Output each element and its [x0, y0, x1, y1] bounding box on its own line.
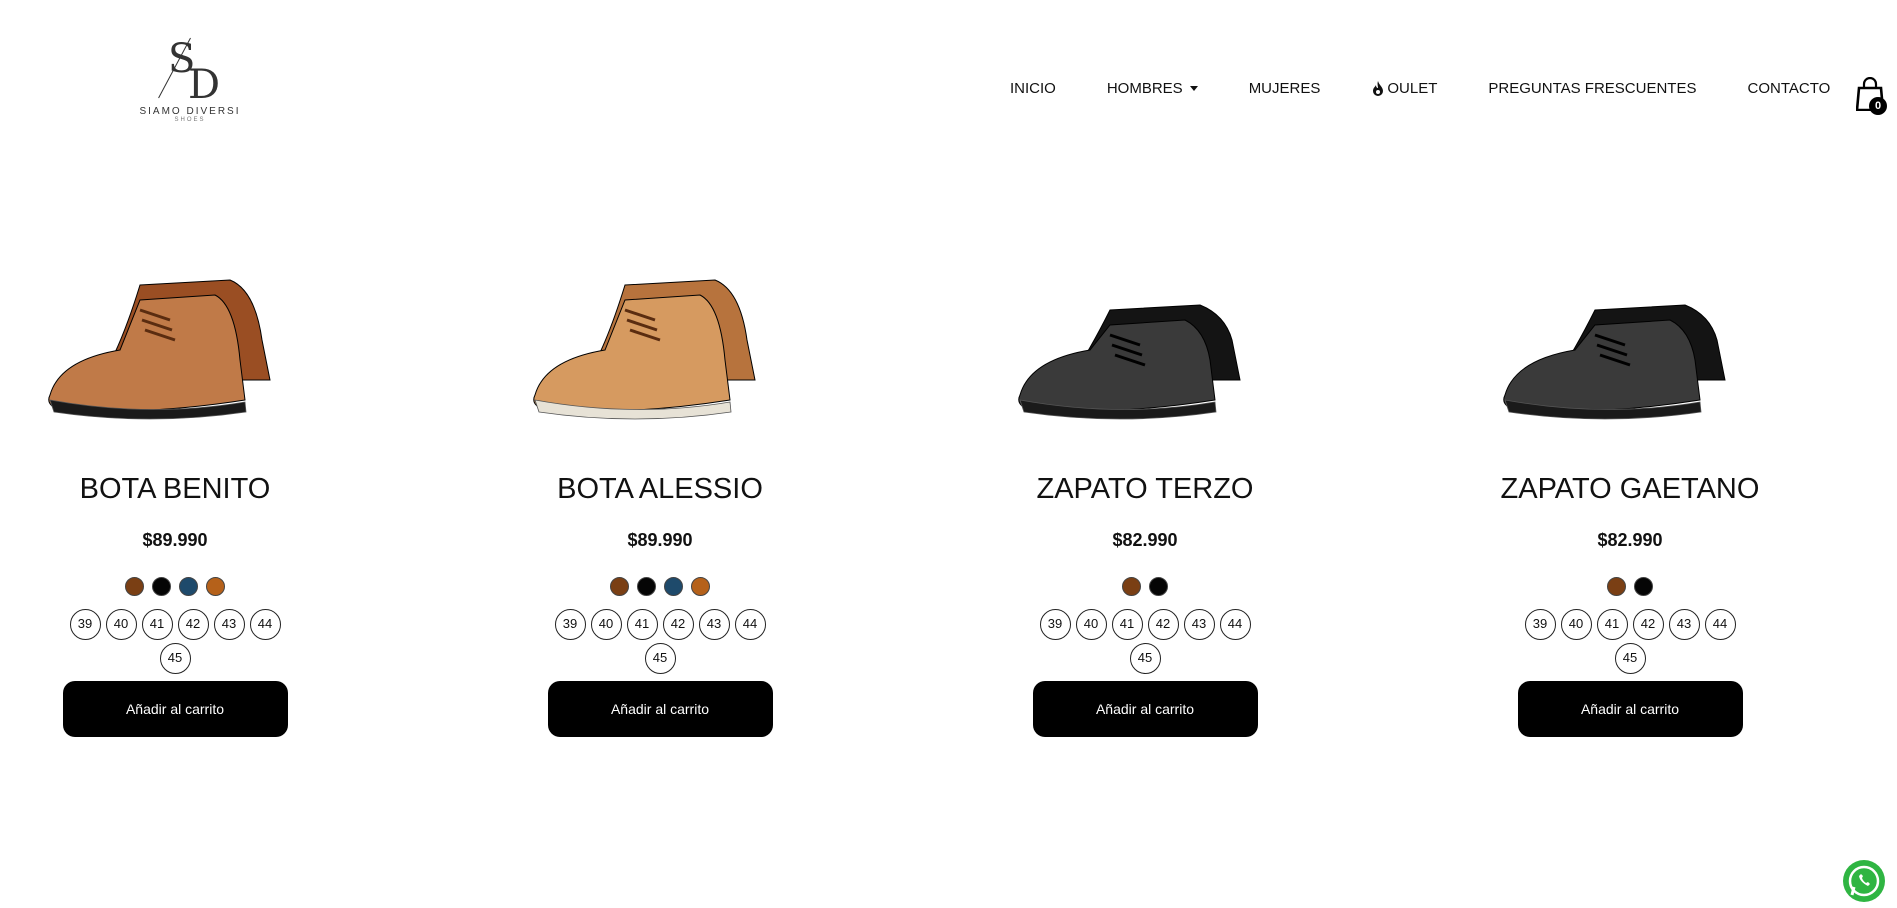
product-name[interactable]: BOTA BENITO [45, 472, 305, 507]
nav-item-hombres[interactable]: HOMBRES [1107, 80, 1198, 97]
size-option[interactable]: 42 [177, 609, 209, 640]
color-swatches [10, 577, 340, 596]
color-swatch[interactable] [125, 577, 144, 596]
size-option[interactable]: 40 [105, 609, 137, 640]
size-option[interactable]: 44 [249, 609, 281, 640]
product-price: $82.990 [1597, 530, 1663, 550]
color-swatch[interactable] [691, 577, 710, 596]
size-option[interactable]: 39 [69, 609, 101, 640]
cart-button[interactable]: 0 [1855, 76, 1887, 115]
product-card: ZAPATO GAETANO $82.990 39 40 41 42 43 44 45 Añadi… [1465, 240, 1795, 737]
size-option[interactable]: 44 [1219, 609, 1251, 640]
color-swatch[interactable] [664, 577, 683, 596]
size-option[interactable]: 39 [1039, 609, 1071, 640]
product-image[interactable] [515, 240, 805, 440]
size-option[interactable]: 39 [1524, 609, 1556, 640]
color-swatch[interactable] [1149, 577, 1168, 596]
product-image[interactable] [30, 240, 320, 440]
nav-item-preguntas-frescuentes[interactable]: PREGUNTAS FRESCUENTES [1488, 80, 1696, 97]
add-to-cart-button[interactable]: Añadir al carrito [1032, 681, 1258, 737]
color-swatches [980, 577, 1310, 596]
nav-label: HOMBRES [1106, 80, 1183, 97]
size-option[interactable]: 44 [734, 609, 766, 640]
size-option[interactable]: 41 [1111, 609, 1143, 640]
product-image[interactable] [1000, 240, 1290, 440]
size-option[interactable]: 43 [213, 609, 245, 640]
product-name[interactable]: ZAPATO TERZO [1015, 472, 1275, 507]
size-option[interactable]: 42 [1632, 609, 1664, 640]
size-option[interactable]: 41 [626, 609, 658, 640]
nav-item-inicio[interactable]: INICIO [1010, 80, 1056, 97]
color-swatch[interactable] [152, 577, 171, 596]
add-to-cart-button[interactable]: Añadir al carrito [1517, 681, 1743, 737]
nav-label: CONTACTO [1747, 80, 1831, 97]
size-option[interactable]: 40 [590, 609, 622, 640]
color-swatch[interactable] [179, 577, 198, 596]
size-option[interactable]: 45 [1614, 643, 1646, 674]
size-option[interactable]: 40 [1560, 609, 1592, 640]
color-swatch[interactable] [1122, 577, 1141, 596]
cart-count-badge: 0 [1869, 97, 1887, 115]
nav-label: PREGUNTAS FRESCUENTES [1488, 80, 1697, 97]
nav-label: MUJERES [1248, 80, 1321, 97]
nav-label: INICIO [1010, 80, 1056, 97]
product-price: $89.990 [142, 530, 208, 550]
color-swatch[interactable] [1607, 577, 1626, 596]
color-swatch[interactable] [610, 577, 629, 596]
color-swatch[interactable] [206, 577, 225, 596]
size-options: 39 40 41 42 43 44 45 [545, 609, 775, 674]
size-option[interactable]: 42 [662, 609, 694, 640]
main-nav: INICIO HOMBRES MUJERES OULET PREGUNTAS FRESC… [1010, 80, 1830, 97]
size-options: 39 40 41 42 43 44 45 [1515, 609, 1745, 674]
size-option[interactable]: 45 [159, 643, 191, 674]
product-card: BOTA BENITO $89.990 39 40 41 42 43 44 45 Añadir a… [10, 240, 340, 737]
size-option[interactable]: 45 [1129, 643, 1161, 674]
nav-item-contacto[interactable]: CONTACTO [1747, 80, 1830, 97]
size-option[interactable]: 43 [1668, 609, 1700, 640]
size-option[interactable]: 44 [1704, 609, 1736, 640]
color-swatches [1465, 577, 1795, 596]
product-price: $89.990 [627, 530, 693, 550]
size-option[interactable]: 45 [644, 643, 676, 674]
size-option[interactable]: 43 [698, 609, 730, 640]
product-name[interactable]: ZAPATO GAETANO [1500, 472, 1760, 507]
size-option[interactable]: 40 [1075, 609, 1107, 640]
color-swatches [495, 577, 825, 596]
size-options: 39 40 41 42 43 44 45 [60, 609, 290, 674]
nav-label: OULET [1387, 80, 1438, 97]
caret-down-icon [1189, 86, 1198, 91]
size-option[interactable]: 41 [141, 609, 173, 640]
add-to-cart-button[interactable]: Añadir al carrito [547, 681, 773, 737]
color-swatch[interactable] [637, 577, 656, 596]
product-price: $82.990 [1112, 530, 1178, 550]
site-header: S D SIAMO DIVERSI SHOES INICIO HOMBRES MUJ… [0, 0, 1897, 150]
nav-item-mujeres[interactable]: MUJERES [1249, 80, 1321, 97]
color-swatch[interactable] [1634, 577, 1653, 596]
logo-monogram: S D [158, 36, 220, 108]
nav-item-oulet[interactable]: OULET [1371, 80, 1437, 97]
logo-sub-text: SHOES [174, 117, 206, 123]
brand-logo[interactable]: S D SIAMO DIVERSI SHOES [135, 36, 245, 132]
product-image[interactable] [1485, 240, 1775, 440]
size-option[interactable]: 43 [1183, 609, 1215, 640]
whatsapp-button[interactable] [1843, 860, 1885, 902]
product-name[interactable]: BOTA ALESSIO [530, 472, 790, 507]
size-option[interactable]: 41 [1596, 609, 1628, 640]
flame-icon [1373, 80, 1384, 96]
size-option[interactable]: 42 [1147, 609, 1179, 640]
product-card: ZAPATO TERZO $82.990 39 40 41 42 43 44 45 Añadir … [980, 240, 1310, 737]
product-card: BOTA ALESSIO $89.990 39 40 41 42 43 44 45 Añadir … [495, 240, 825, 737]
add-to-cart-button[interactable]: Añadir al carrito [62, 681, 288, 737]
size-options: 39 40 41 42 43 44 45 [1030, 609, 1260, 674]
whatsapp-icon [1848, 865, 1880, 897]
size-option[interactable]: 39 [554, 609, 586, 640]
